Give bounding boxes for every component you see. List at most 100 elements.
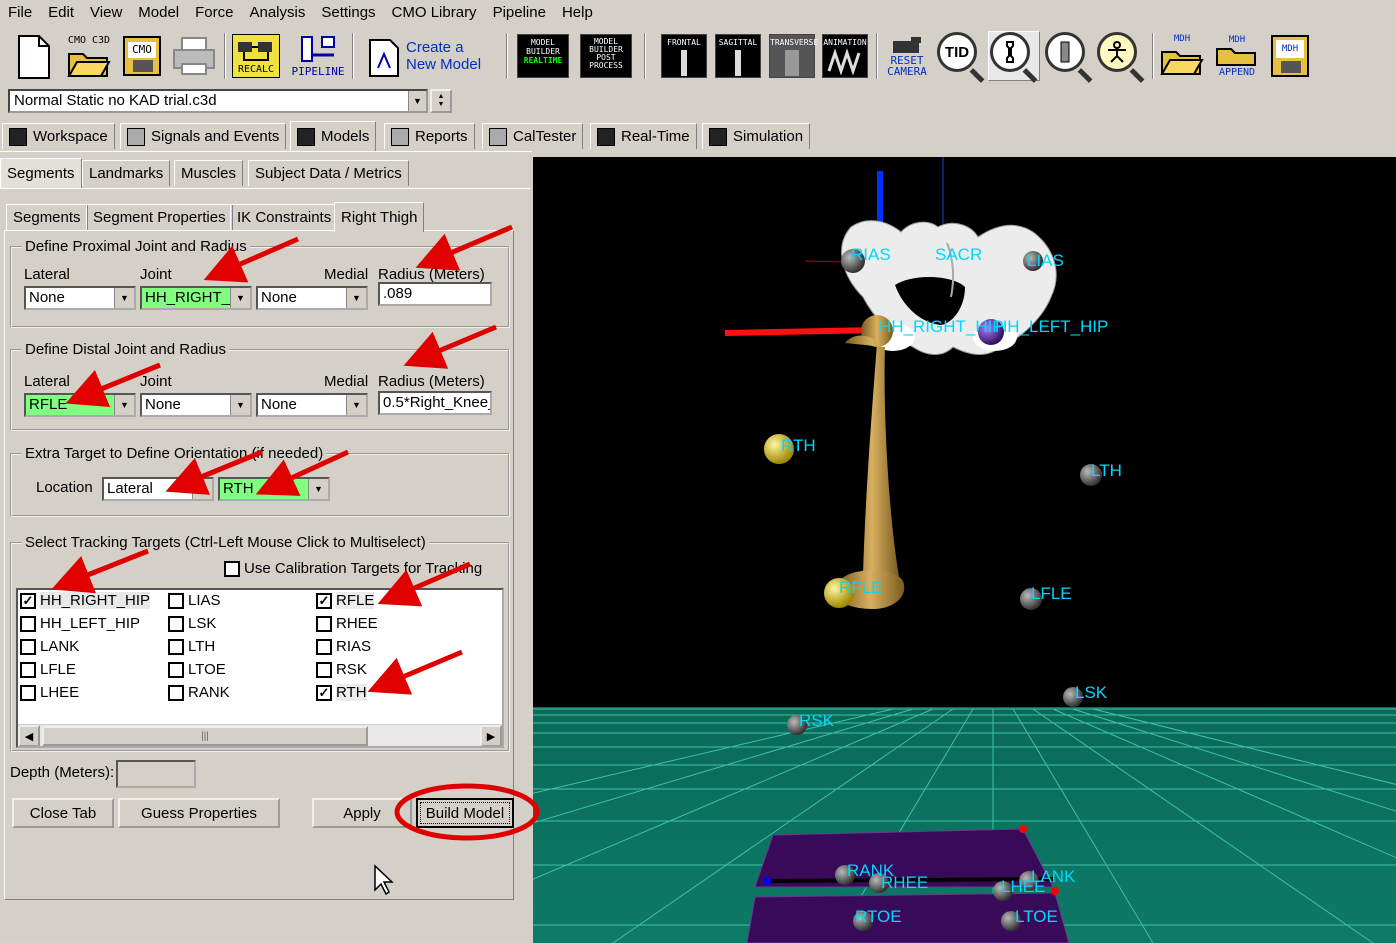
tracking-target-item[interactable]: RSK — [316, 661, 367, 678]
distal-joint-select[interactable]: None ▼ — [140, 393, 252, 417]
tracking-target-item[interactable]: LSK — [168, 615, 216, 632]
tab-segments[interactable]: Segments — [0, 158, 82, 188]
tab-real-time[interactable]: Real-Time — [590, 123, 697, 149]
tracking-target-item[interactable]: LIAS — [168, 592, 221, 609]
chevron-down-icon[interactable]: ▼ — [408, 91, 426, 111]
close-tab-button[interactable]: Close Tab — [12, 798, 114, 828]
checkbox-unchecked[interactable] — [20, 638, 36, 655]
tracking-target-item[interactable]: LTH — [168, 638, 215, 655]
spin-down-icon[interactable]: ▼ — [438, 101, 445, 109]
chevron-down-icon[interactable]: ▼ — [230, 395, 250, 415]
scroll-right-icon[interactable]: ▶ — [480, 725, 502, 746]
append-mdh-button[interactable]: MDH APPEND — [1210, 31, 1264, 81]
tracking-target-item[interactable]: RANK — [168, 684, 230, 701]
tracking-target-item[interactable]: RIAS — [316, 638, 371, 655]
sagittal-view-button[interactable]: SAGITTAL — [714, 31, 762, 81]
spin-up-icon[interactable]: ▲ — [438, 93, 445, 101]
proximal-lateral-select[interactable]: None ▼ — [24, 286, 136, 310]
checkbox-checked[interactable]: ✓ — [316, 592, 332, 609]
save-mdh-button[interactable]: MDH — [1268, 31, 1312, 81]
open-mdh-button[interactable]: MDH — [1158, 31, 1206, 81]
tab-workspace[interactable]: Workspace — [2, 123, 115, 149]
menu-model[interactable]: Model — [130, 0, 187, 26]
tracking-target-item[interactable]: ✓ HH_RIGHT_HIP — [20, 592, 151, 609]
proximal-medial-select[interactable]: None ▼ — [256, 286, 368, 310]
tracking-target-item[interactable]: LANK — [20, 638, 79, 655]
tab-caltester[interactable]: CalTester — [482, 123, 584, 149]
chevron-down-icon[interactable]: ▼ — [346, 288, 366, 308]
tracking-target-item[interactable]: RHEE — [316, 615, 378, 632]
menu-cmo-library[interactable]: CMO Library — [384, 0, 485, 26]
proximal-radius-input[interactable]: .089 — [378, 282, 492, 306]
chevron-down-icon[interactable]: ▼ — [346, 395, 366, 415]
chevron-down-icon[interactable]: ▼ — [192, 479, 212, 499]
guess-properties-button[interactable]: Guess Properties — [118, 798, 280, 828]
reset-camera-button[interactable]: RESET CAMERA — [882, 31, 932, 81]
create-new-model-button[interactable]: Create a New Model — [366, 31, 496, 81]
tracking-target-item[interactable]: ✓ RTH — [316, 684, 367, 701]
build-model-button[interactable]: Build Model — [416, 798, 514, 828]
horizontal-scrollbar[interactable]: ◀ ||| ▶ — [18, 724, 502, 746]
use-calibration-checkbox[interactable]: Use Calibration Targets for Tracking — [224, 560, 482, 577]
checkbox-unchecked[interactable] — [316, 638, 332, 655]
zoom-bone-button[interactable] — [988, 31, 1040, 83]
c3d-file-selector[interactable]: Normal Static no KAD trial.c3d ▼ — [8, 89, 428, 113]
scroll-thumb[interactable]: ||| — [42, 726, 368, 746]
checkbox-unchecked[interactable] — [168, 638, 184, 655]
checkbox-unchecked[interactable] — [168, 684, 184, 701]
save-cmo-button[interactable]: CMO — [120, 31, 164, 81]
checkbox-unchecked[interactable] — [168, 661, 184, 678]
menu-view[interactable]: View — [82, 0, 130, 26]
print-button[interactable] — [170, 31, 218, 81]
new-file-button[interactable] — [10, 31, 56, 81]
checkbox-checked[interactable]: ✓ — [316, 684, 332, 701]
menu-analysis[interactable]: Analysis — [241, 0, 313, 26]
menu-help[interactable]: Help — [554, 0, 601, 26]
distal-medial-select[interactable]: None ▼ — [256, 393, 368, 417]
transverse-view-button[interactable]: TRANSVERSE — [768, 31, 818, 81]
checkbox-unchecked[interactable] — [20, 661, 36, 678]
tab-ik-constraints[interactable]: IK Constraints — [230, 204, 339, 230]
checkbox-unchecked[interactable] — [20, 684, 36, 701]
menu-pipeline[interactable]: Pipeline — [485, 0, 554, 26]
menu-file[interactable]: File — [0, 0, 40, 26]
checkbox-box[interactable] — [224, 560, 240, 577]
chevron-down-icon[interactable]: ▼ — [114, 288, 134, 308]
chevron-down-icon[interactable]: ▼ — [230, 288, 250, 308]
tab-models[interactable]: Models — [290, 121, 377, 151]
proximal-joint-select[interactable]: HH_RIGHT_ ▼ — [140, 286, 252, 310]
animation-view-button[interactable]: ANIMATION — [820, 31, 870, 81]
tracking-target-item[interactable]: LTOE — [168, 661, 226, 678]
tab-subject-data-metrics[interactable]: Subject Data / Metrics — [248, 160, 409, 186]
model-builder-realtime-button[interactable]: MODEL BUILDER REALTIME — [516, 31, 570, 81]
checkbox-unchecked[interactable] — [20, 615, 36, 632]
tracking-target-item[interactable]: LFLE — [20, 661, 76, 678]
checkbox-checked[interactable]: ✓ — [20, 592, 36, 609]
menu-edit[interactable]: Edit — [40, 0, 82, 26]
distal-lateral-select[interactable]: RFLE ▼ — [24, 393, 136, 417]
extra-location-select[interactable]: Lateral ▼ — [102, 477, 214, 501]
zoom-foot-button[interactable] — [1044, 31, 1094, 83]
menu-force[interactable]: Force — [187, 0, 241, 26]
tracking-target-item[interactable]: HH_LEFT_HIP — [20, 615, 140, 632]
tab-signals-events[interactable]: Signals and Events — [120, 123, 287, 149]
checkbox-unchecked[interactable] — [168, 592, 184, 609]
extra-target-select[interactable]: RTH ▼ — [218, 477, 330, 501]
recalc-button[interactable]: RECALC — [230, 31, 282, 81]
tracking-target-item[interactable]: ✓ RFLE — [316, 592, 375, 609]
tab-reports[interactable]: Reports — [384, 123, 475, 149]
scroll-left-icon[interactable]: ◀ — [18, 725, 40, 746]
model-builder-post-process-button[interactable]: MODEL BUILDER POST PROCESS — [578, 31, 634, 81]
distal-radius-input[interactable]: 0.5*Right_Knee_ — [378, 391, 492, 415]
tab-simulation[interactable]: Simulation — [702, 123, 811, 149]
checkbox-unchecked[interactable] — [316, 615, 332, 632]
depth-input[interactable] — [116, 760, 196, 788]
tracking-target-item[interactable]: LHEE — [20, 684, 79, 701]
frontal-view-button[interactable]: FRONTAL — [660, 31, 708, 81]
3d-viewport[interactable]: RIAS SACR LIAS HH_RIGHT_HIP HH_LEFT_HIP … — [533, 157, 1396, 943]
tab-segment-properties[interactable]: Segment Properties — [86, 204, 233, 230]
apply-button[interactable]: Apply — [312, 798, 412, 828]
checkbox-unchecked[interactable] — [316, 661, 332, 678]
tid-zoom-button[interactable]: TID — [936, 31, 986, 83]
file-spinner[interactable]: ▲ ▼ — [430, 89, 452, 113]
